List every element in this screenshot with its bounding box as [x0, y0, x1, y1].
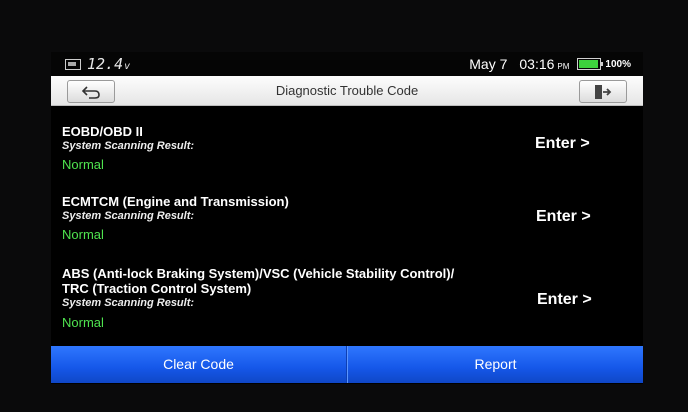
clear-code-button[interactable]: Clear Code [51, 346, 347, 383]
bottom-button-bar: Clear Code Report [51, 346, 643, 383]
battery-percent: 100% [605, 58, 631, 70]
scan-result-value: Normal [62, 157, 104, 172]
device-screen: 12.4 v May 7 03:16 PM 100% Diagnostic Tr… [51, 52, 643, 384]
back-button[interactable] [67, 80, 115, 103]
status-right: May 7 03:16 PM 100% [469, 56, 631, 72]
status-bar: 12.4 v May 7 03:16 PM 100% [51, 52, 643, 76]
system-name: ECMTCM (Engine and Transmission) [62, 194, 289, 209]
voltage-value: 12.4 [87, 55, 124, 73]
voltage-readout: 12.4 v [65, 55, 130, 73]
exit-button[interactable] [579, 80, 627, 103]
voltage-unit: v [124, 61, 131, 72]
scan-result-value: Normal [62, 315, 104, 330]
page-title: Diagnostic Trouble Code [275, 83, 419, 98]
title-bar: Diagnostic Trouble Code [51, 76, 643, 106]
status-ampm: PM [557, 61, 570, 71]
exit-door-icon [595, 84, 612, 99]
status-date: May 7 [469, 56, 508, 72]
enter-button[interactable]: Enter > [536, 208, 591, 226]
status-time: 03:16 [519, 56, 555, 72]
enter-button[interactable]: Enter > [535, 135, 590, 153]
car-battery-icon [65, 58, 81, 70]
enter-button[interactable]: Enter > [537, 291, 592, 309]
battery-icon [577, 58, 604, 70]
report-button[interactable]: Report [347, 346, 643, 383]
back-arrow-icon [81, 85, 100, 99]
scan-result-value: Normal [62, 227, 104, 242]
system-name-line-1: ABS (Anti-lock Braking System)/VSC (Vehi… [62, 266, 455, 281]
